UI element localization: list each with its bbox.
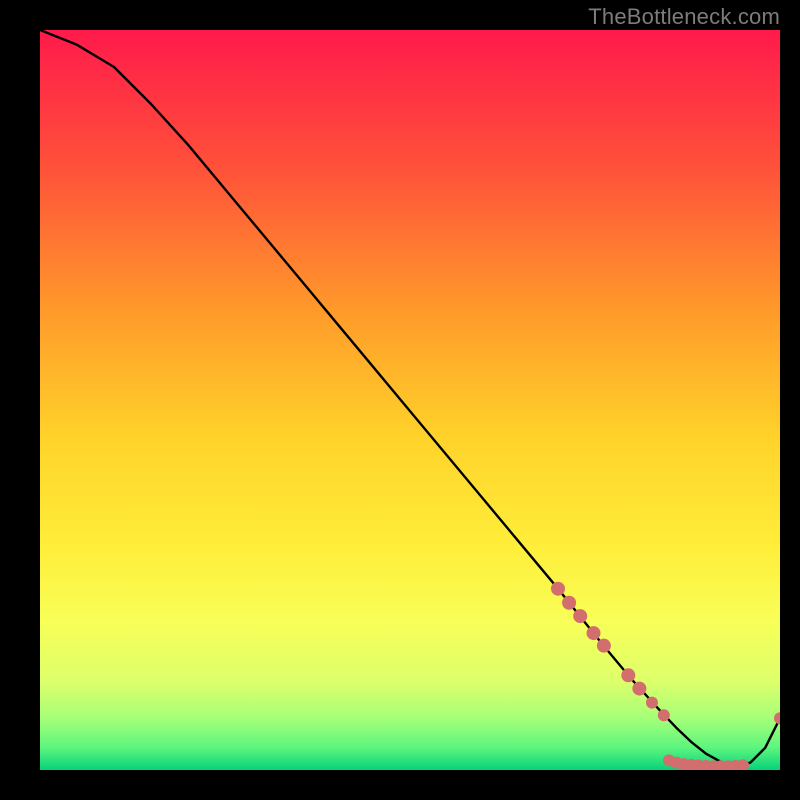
highlight-dot [563, 596, 576, 609]
highlight-dot [597, 639, 610, 652]
gradient-background [40, 30, 780, 770]
highlight-dot [622, 669, 635, 682]
highlight-dot [738, 760, 749, 770]
watermark-text: TheBottleneck.com [588, 4, 780, 30]
highlight-dot [633, 682, 646, 695]
highlight-dot [574, 610, 587, 623]
highlight-dot [552, 582, 565, 595]
highlight-dot [658, 710, 669, 721]
chart-container: { "watermark": "TheBottleneck.com", "col… [0, 0, 800, 800]
highlight-dot [587, 627, 600, 640]
highlight-dot [646, 697, 657, 708]
bottleneck-chart [40, 30, 780, 770]
